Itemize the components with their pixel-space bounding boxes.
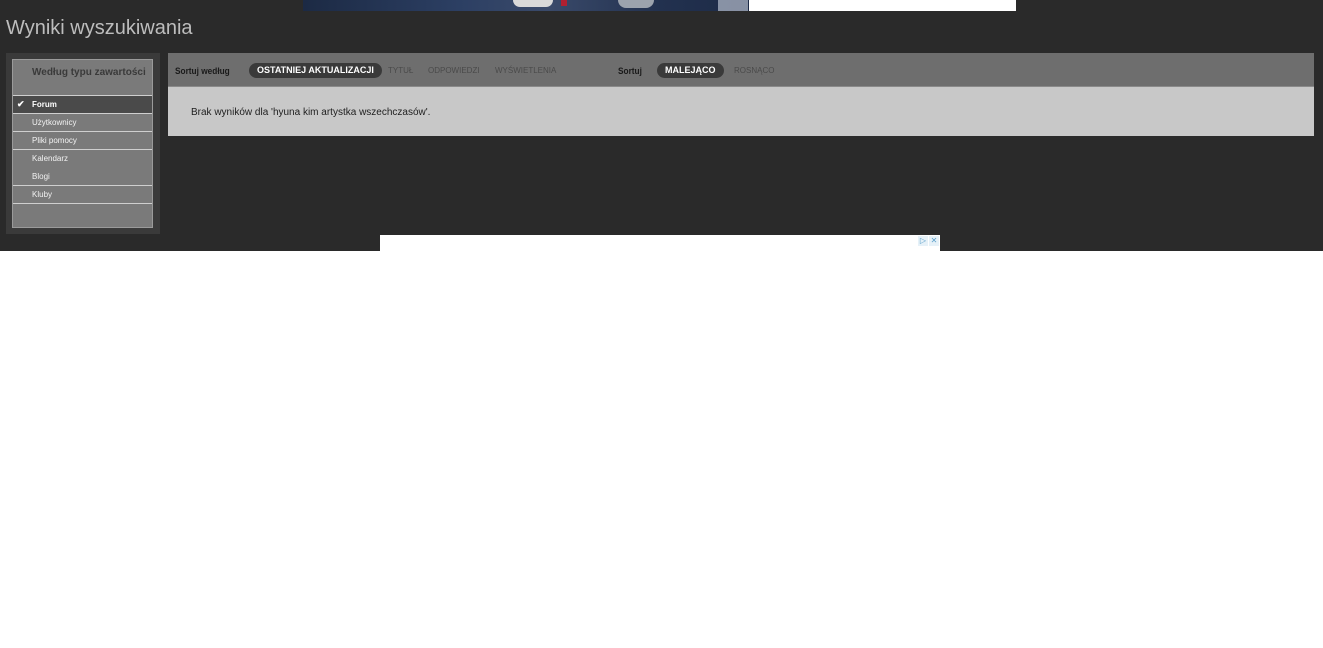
top-banner-ad[interactable] — [303, 0, 749, 11]
bottom-ad-banner[interactable]: ▷ ✕ — [380, 235, 940, 251]
adchoices-icon[interactable]: ▷ — [918, 236, 928, 246]
filter-header: Według typu zawartości — [32, 67, 146, 78]
filter-item-label: Blogi — [32, 172, 50, 181]
banner-graphic — [718, 0, 748, 11]
no-results-message: Brak wyników dla 'hyuna kim artystka wsz… — [191, 107, 431, 118]
close-icon[interactable]: ✕ — [929, 236, 939, 246]
filter-item-label: Kalendarz — [32, 154, 69, 163]
filter-item-clubs[interactable]: Kluby — [13, 185, 152, 203]
sort-option-replies[interactable]: ODPOWIEDZI — [428, 66, 480, 75]
filter-item-label: Forum — [32, 100, 57, 109]
banner-graphic — [513, 0, 553, 7]
filter-item-forum[interactable]: ✔ Forum — [13, 95, 152, 113]
sort-order-ascending[interactable]: ROSNĄCO — [734, 66, 774, 75]
check-icon: ✔ — [17, 99, 25, 109]
top-banner-ad-blank — [749, 0, 1016, 11]
page-title: Wyniki wyszukiwania — [6, 17, 193, 39]
filter-list-footer — [13, 203, 152, 227]
filter-item-help-files[interactable]: Pliki pomocy — [13, 131, 152, 149]
sort-option-last-update[interactable]: OSTATNIEJ AKTUALIZACJI — [249, 63, 382, 78]
search-results-panel: Sortuj według OSTATNIEJ AKTUALIZACJI TYT… — [168, 53, 1314, 136]
sort-order-label: Sortuj — [618, 66, 642, 76]
filter-item-label: Użytkownicy — [32, 118, 77, 127]
sort-option-views[interactable]: WYŚWIETLENIA — [495, 66, 556, 75]
banner-graphic — [561, 0, 567, 6]
filter-item-label: Pliki pomocy — [32, 136, 77, 145]
sort-bar: Sortuj według OSTATNIEJ AKTUALIZACJI TYT… — [168, 53, 1314, 87]
filter-list: Według typu zawartości ✔ Forum Użytkowni… — [12, 59, 153, 228]
filter-item-label: Kluby — [32, 190, 53, 199]
filter-item-blogs[interactable]: Blogi — [13, 167, 152, 185]
sort-by-label: Sortuj według — [175, 66, 230, 76]
content-type-filter: Według typu zawartości ✔ Forum Użytkowni… — [6, 53, 160, 234]
filter-item-calendar[interactable]: Kalendarz — [13, 149, 152, 167]
filter-item-users[interactable]: Użytkownicy — [13, 113, 152, 131]
sort-order-descending[interactable]: MALEJĄCO — [657, 63, 724, 78]
banner-graphic — [618, 0, 654, 8]
ad-controls: ▷ ✕ — [918, 236, 939, 246]
sort-option-title[interactable]: TYTUŁ — [388, 66, 413, 75]
